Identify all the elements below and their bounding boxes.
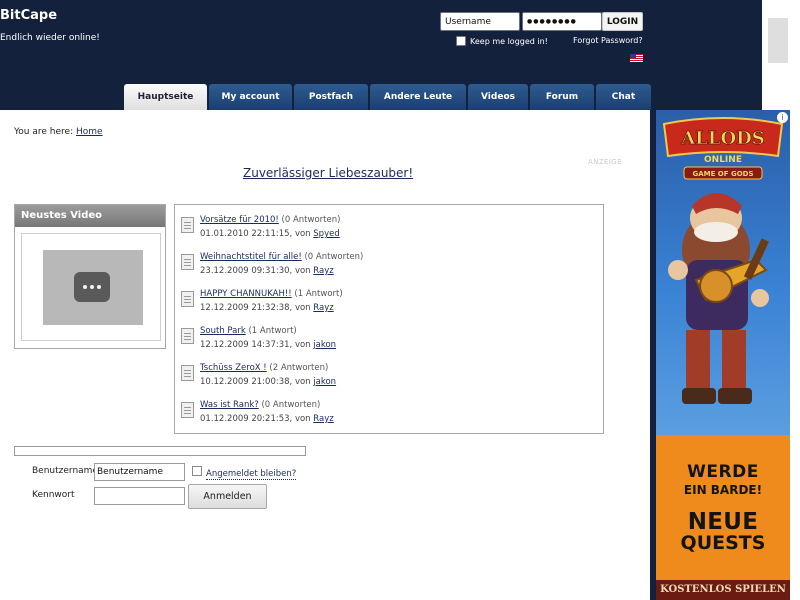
thread-list: Vorsätze für 2010! (0 Antworten) 01.01.2… bbox=[174, 204, 604, 434]
forgot-password-link[interactable]: Forgot Password? bbox=[573, 36, 643, 45]
thread-author-link[interactable]: Rayz bbox=[313, 303, 333, 313]
ad-tag: ANZEIGE bbox=[588, 158, 622, 166]
promo-link[interactable]: Zuverlässiger Liebeszauber! bbox=[243, 166, 413, 180]
thread-title-row: Vorsätze für 2010! (0 Antworten) bbox=[200, 215, 340, 225]
login-form-divider bbox=[14, 446, 306, 456]
video-thumbnail[interactable] bbox=[43, 250, 143, 325]
thread-reply-count: (0 Antworten) bbox=[261, 400, 321, 410]
thread-title-link[interactable]: Was ist Rank? bbox=[200, 400, 259, 410]
us-flag-icon[interactable] bbox=[630, 54, 643, 62]
video-play-icon[interactable] bbox=[74, 272, 110, 302]
thread-date: 01.12.2009 20:21:53, von bbox=[200, 414, 311, 424]
thread-reply-count: (0 Antworten) bbox=[281, 215, 341, 225]
ad-logo-sub: ONLINE bbox=[704, 155, 742, 165]
thread-document-icon bbox=[181, 291, 194, 307]
thread-title-row: Was ist Rank? (0 Antworten) bbox=[200, 400, 320, 410]
latest-video-box: Neustes Video bbox=[14, 204, 166, 349]
thread-date: 10.12.2009 21:00:38, von bbox=[200, 377, 311, 387]
header-username-input[interactable] bbox=[440, 12, 520, 31]
thread-reply-count: (0 Antworten) bbox=[304, 252, 364, 262]
ad-bard-illustration: ALLODS ONLINE GAME OF GODS bbox=[662, 117, 784, 404]
site-header: BitCape Endlich wieder online! LOGIN Kee… bbox=[0, 0, 762, 110]
tab-andere-leute[interactable]: Andere Leute bbox=[370, 84, 466, 110]
tab-forum[interactable]: Forum bbox=[530, 84, 594, 110]
ad-logo-motto: GAME OF GODS bbox=[692, 170, 753, 178]
thread-title-link[interactable]: HAPPY CHANNUKAH!! bbox=[200, 289, 292, 299]
thread-title-link[interactable]: Tschüss ZeroX ! bbox=[200, 363, 267, 373]
thread-title-row: Tschüss ZeroX ! (2 Antworten) bbox=[200, 363, 328, 373]
ad-play-button[interactable]: KOSTENLOS SPIELEN bbox=[656, 580, 790, 600]
header-login-button[interactable]: LOGIN bbox=[602, 12, 643, 31]
thread-date: 01.01.2010 22:11:15, von bbox=[200, 229, 311, 239]
thread-date: 12.12.2009 21:32:38, von bbox=[200, 303, 311, 313]
thread-document-icon bbox=[181, 402, 194, 418]
username-label: Benutzername bbox=[32, 466, 98, 476]
thread-meta: 10.12.2009 21:00:38, von jakon bbox=[200, 377, 336, 387]
site-title[interactable]: BitCape bbox=[0, 8, 57, 23]
thread-meta: 01.12.2009 20:21:53, von Rayz bbox=[200, 414, 334, 424]
play-dot bbox=[90, 285, 94, 289]
video-frame bbox=[21, 233, 161, 341]
login-submit-button[interactable]: Anmelden bbox=[188, 484, 267, 509]
ad-info-icon[interactable]: i bbox=[777, 112, 788, 123]
tab-videos[interactable]: Videos bbox=[468, 84, 528, 110]
header-remember-label[interactable]: Keep me logged in! bbox=[470, 37, 548, 46]
tab-my-account[interactable]: My account bbox=[209, 84, 292, 110]
strip-bar bbox=[768, 18, 788, 63]
ad-headline-3: NEUE bbox=[687, 509, 759, 535]
username-input[interactable] bbox=[94, 463, 185, 481]
thread-meta: 01.01.2010 22:11:15, von Spyed bbox=[200, 229, 340, 239]
flag-canton bbox=[630, 54, 636, 58]
breadcrumb-home-link[interactable]: Home bbox=[76, 127, 103, 137]
password-label: Kennwort bbox=[32, 490, 75, 500]
page-bottom bbox=[0, 556, 650, 600]
thread-document-icon bbox=[181, 254, 194, 270]
thread-meta: 12.12.2009 21:32:38, von Rayz bbox=[200, 303, 334, 313]
header-remember-checkbox[interactable] bbox=[456, 36, 466, 46]
play-dot bbox=[97, 285, 101, 289]
latest-video-heading: Neustes Video bbox=[15, 205, 165, 227]
tab-postfach[interactable]: Postfach bbox=[294, 84, 368, 110]
header-password-input[interactable] bbox=[522, 12, 602, 31]
thread-title-link[interactable]: Vorsätze für 2010! bbox=[200, 215, 279, 225]
tab-chat[interactable]: Chat bbox=[596, 84, 651, 110]
remember-me-checkbox[interactable] bbox=[192, 466, 202, 476]
thread-title-link[interactable]: South Park bbox=[200, 326, 246, 336]
thread-title-link[interactable]: Weihnachtstitel für alle! bbox=[200, 252, 302, 262]
thread-document-icon bbox=[181, 328, 194, 344]
thread-title-row: HAPPY CHANNUKAH!! (1 Antwort) bbox=[200, 289, 343, 299]
ad-logo-title: ALLODS bbox=[680, 128, 765, 149]
breadcrumb: You are here: Home bbox=[14, 127, 103, 137]
thread-meta: 23.12.2009 09:31:30, von Rayz bbox=[200, 266, 334, 276]
thread-author-link[interactable]: Spyed bbox=[313, 229, 339, 239]
ad-headline-1: WERDE bbox=[687, 462, 759, 482]
right-edge-strip bbox=[762, 0, 792, 110]
tab-hauptseite[interactable]: Hauptseite bbox=[124, 84, 207, 110]
thread-reply-count: (2 Antworten) bbox=[269, 363, 329, 373]
thread-author-link[interactable]: Rayz bbox=[313, 414, 333, 424]
thread-title-row: Weihnachtstitel für alle! (0 Antworten) bbox=[200, 252, 363, 262]
thread-author-link[interactable]: Rayz bbox=[313, 266, 333, 276]
ad-headline-2: EIN BARDE! bbox=[683, 483, 763, 497]
thread-document-icon bbox=[181, 365, 194, 381]
site-tagline: Endlich wieder online! bbox=[0, 33, 100, 43]
thread-author-link[interactable]: jakon bbox=[313, 377, 336, 387]
play-dot bbox=[83, 285, 87, 289]
thread-meta: 12.12.2009 14:37:31, von jakon bbox=[200, 340, 336, 350]
breadcrumb-prefix: You are here: bbox=[14, 127, 74, 137]
thread-reply-count: (1 Antwort) bbox=[248, 326, 297, 336]
remember-me-label[interactable]: Angemeldet bleiben? bbox=[206, 469, 297, 480]
thread-title-row: South Park (1 Antwort) bbox=[200, 326, 297, 336]
thread-reply-count: (1 Antwort) bbox=[294, 289, 343, 299]
ad-headline-4: QUESTS bbox=[680, 532, 766, 554]
thread-date: 12.12.2009 14:37:31, von bbox=[200, 340, 311, 350]
thread-author-link[interactable]: jakon bbox=[313, 340, 336, 350]
thread-date: 23.12.2009 09:31:30, von bbox=[200, 266, 311, 276]
password-input[interactable] bbox=[94, 487, 185, 505]
allods-ad-banner[interactable]: ALLODS ONLINE GAME OF GODS i WERDE EIN B… bbox=[656, 110, 790, 600]
thread-document-icon bbox=[181, 217, 194, 233]
